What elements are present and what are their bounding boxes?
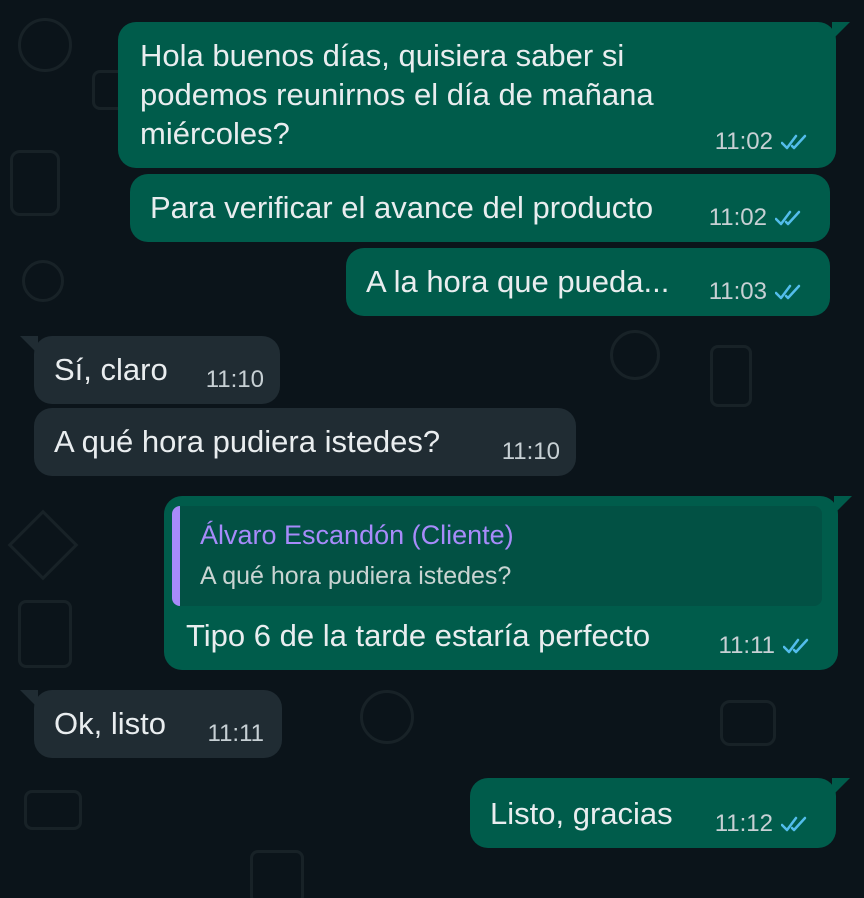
message-text: Tipo 6 de la tarde estaría perfecto [186,618,651,653]
double-check-icon [775,210,801,226]
quote-accent-bar [172,506,180,606]
message-meta: 11:03 [709,278,806,306]
message-meta: 11:02 [709,204,806,232]
reply-message-bubble[interactable]: Álvaro Escandón (Cliente) A qué hora pud… [164,496,852,670]
message-text: Sí, claro [54,352,168,387]
message-text: Ok, listo [54,706,166,741]
message-time: 11:02 [714,128,773,155]
quoted-author: Álvaro Escandón (Cliente) [200,520,514,550]
message-time: 11:12 [714,810,773,837]
incoming-message-bubble[interactable]: Sí, claro 11:10 [20,336,280,404]
double-check-icon [775,284,801,300]
chat-conversation: Hola buenos días, quisiera saber si pode… [0,0,864,898]
message-meta: 11:10 [502,438,560,466]
outgoing-message-bubble[interactable]: Para verificar el avance del producto 11… [130,174,830,242]
incoming-message-bubble[interactable]: A qué hora pudiera istedes? 11:10 [34,408,576,476]
message-meta: 11:10 [206,366,264,394]
message-time: 11:03 [708,278,767,305]
message-time: 11:11 [718,632,776,659]
message-meta: 11:12 [715,810,812,838]
message-text: Para verificar el avance del producto [150,190,654,225]
quoted-text: A qué hora pudiera istedes? [200,562,512,590]
message-time: 11:10 [501,438,560,465]
message-meta: 11:02 [715,128,812,156]
message-time: 11:02 [708,204,767,231]
double-check-icon [781,134,807,150]
outgoing-message-bubble[interactable]: Listo, gracias 11:12 [470,778,850,848]
double-check-icon [781,816,807,832]
message-text: A qué hora pudiera istedes? [54,424,441,459]
message-meta: 11:11 [719,632,815,660]
incoming-message-bubble[interactable]: Ok, listo 11:11 [20,690,282,758]
outgoing-message-bubble[interactable]: Hola buenos días, quisiera saber si pode… [118,22,850,168]
message-text: Hola buenos días, quisiera saber si pode… [140,38,654,151]
message-text: Listo, gracias [490,796,673,831]
outgoing-message-bubble[interactable]: A la hora que pueda... 11:03 [346,248,830,316]
message-text: A la hora que pueda... [366,264,670,299]
message-meta: 11:11 [208,720,265,748]
quoted-message[interactable]: Álvaro Escandón (Cliente) A qué hora pud… [172,506,822,606]
message-time: 11:10 [205,366,264,393]
message-time: 11:11 [207,720,265,747]
double-check-icon [783,638,809,654]
